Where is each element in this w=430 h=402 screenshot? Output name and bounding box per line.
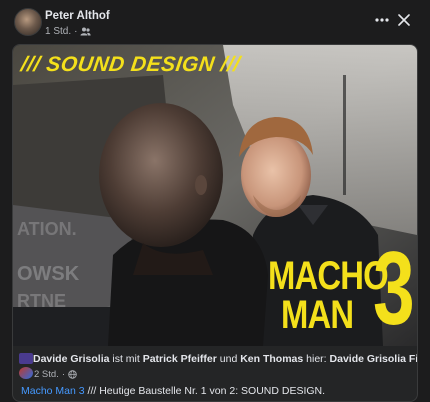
caption-link[interactable]: Macho Man 3 [21, 385, 85, 397]
title-number: 3 [373, 231, 415, 346]
caption-text: /// Heutige Baustelle Nr. 1 von 2: SOUND… [84, 385, 326, 397]
tagged-person-2[interactable]: Ken Thomas [240, 353, 303, 365]
location-avatar-icon [19, 367, 33, 379]
with-text: ist mit [112, 353, 140, 365]
post-header: Peter Althof 1 Std. · [0, 0, 430, 44]
location-link[interactable]: Davide Grisolia Films HQ [330, 353, 417, 365]
page-name[interactable]: Davide Grisolia [33, 353, 109, 365]
tagged-person-1[interactable]: Patrick Pfeiffer [143, 353, 217, 365]
title-line-2: MAN [281, 293, 354, 337]
post-caption: Macho Man 3 /// Heutige Baustelle Nr. 1 … [21, 385, 325, 397]
close-icon [398, 14, 410, 26]
and-text: und [219, 353, 238, 365]
friends-icon[interactable] [80, 27, 92, 36]
post-meta: 1 Std. · [45, 26, 92, 37]
photo-scene: ATION. OWSK RTNE [13, 45, 417, 346]
shared-post-card: ATION. OWSK RTNE /// SOUND DESIGN /// MA… [12, 44, 418, 402]
post-image[interactable]: ATION. OWSK RTNE /// SOUND DESIGN /// MA… [13, 45, 417, 346]
svg-text:OWSK: OWSK [17, 263, 80, 285]
shared-meta-separator: · [61, 369, 65, 380]
page-avatar[interactable] [19, 353, 33, 381]
globe-icon[interactable] [68, 370, 77, 379]
more-horizontal-icon [375, 18, 389, 22]
more-options-button[interactable] [372, 10, 392, 30]
title-line-1: MACHO [268, 254, 389, 298]
post-time[interactable]: 1 Std. [45, 26, 71, 37]
close-button[interactable] [396, 12, 412, 28]
page-logo-icon [19, 353, 33, 364]
here-text: hier: [306, 353, 327, 365]
author-avatar[interactable] [14, 8, 42, 36]
banner-text: /// SOUND DESIGN /// [19, 53, 242, 76]
svg-text:ATION.: ATION. [17, 219, 77, 239]
shared-post-time[interactable]: 2 Std. [34, 369, 59, 380]
author-name[interactable]: Peter Althof [45, 10, 110, 22]
shared-post-meta: 2 Std. · [34, 369, 77, 380]
meta-separator: · [74, 26, 78, 37]
tag-line: Davide Grisolia ist mit Patrick Pfeiffer… [33, 353, 417, 365]
